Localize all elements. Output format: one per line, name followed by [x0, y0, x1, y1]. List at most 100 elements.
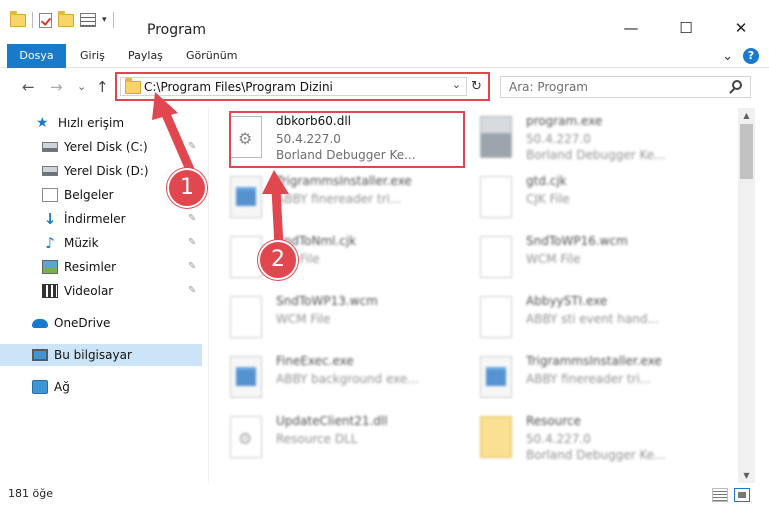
scroll-up-icon[interactable]: ▲	[738, 111, 755, 120]
maximize-button[interactable]: ☐	[671, 18, 701, 38]
sidebar-item-label: Yerel Disk (D:)	[64, 164, 149, 178]
file-item-sndtonml-cjk[interactable]: SndToNml.cjk CJK File	[210, 230, 450, 288]
refresh-icon[interactable]: ↻	[468, 77, 485, 96]
sidebar-item-downloads[interactable]: ↓ İndirmeler ✎	[0, 208, 205, 230]
sidebar-item-label: Belgeler	[64, 188, 114, 202]
vertical-scrollbar[interactable]: ▲ ▼	[738, 108, 755, 483]
pictures-icon	[42, 260, 58, 274]
address-dropdown-icon[interactable]: ⌄	[452, 78, 461, 91]
file-description: Borland Debugger Ke...	[526, 448, 666, 462]
sidebar-item-this-pc[interactable]: Bu bilgisayar	[0, 344, 202, 366]
file-item-trigrammsinstaller-exe-2[interactable]: TrigrammsInstaller.exe ABBY finereader t…	[460, 350, 700, 408]
documents-icon	[42, 188, 58, 202]
sidebar-item-local-disk-c[interactable]: Yerel Disk (C:) ✎	[0, 136, 205, 158]
address-field[interactable]: C:\Program Files\Program Dizini ⌄	[120, 77, 467, 96]
title-bar: ▾ Program — ☐ ✕	[0, 0, 769, 44]
exe-file-icon	[230, 176, 262, 218]
pin-icon[interactable]: ✎	[188, 213, 196, 224]
network-icon	[32, 380, 48, 394]
callout-1: 1	[167, 168, 207, 208]
pin-icon[interactable]: ✎	[188, 237, 196, 248]
sidebar-item-label: Resimler	[64, 260, 117, 274]
address-path[interactable]: C:\Program Files\Program Dizini	[144, 80, 333, 94]
pin-icon[interactable]: ✎	[188, 141, 196, 152]
file-description: ABBY background exe...	[276, 372, 419, 386]
scroll-thumb[interactable]	[740, 124, 753, 179]
toolbar-dropdown-icon[interactable]: ▾	[102, 15, 107, 25]
search-icon[interactable]	[732, 80, 742, 90]
expand-ribbon-icon[interactable]: ⌄	[722, 49, 733, 64]
file-description: Borland Debugger Ke...	[276, 148, 416, 162]
sidebar-item-videos[interactable]: Videolar ✎	[0, 280, 205, 302]
file-type: CJK File	[526, 192, 570, 206]
file-name: Resource	[526, 414, 582, 428]
onedrive-icon	[32, 318, 48, 328]
file-item-trigrammsinstaller-exe[interactable]: TrigrammsInstaller.exe ABBY finereader t…	[210, 170, 450, 228]
sidebar-item-network[interactable]: Ağ	[0, 376, 205, 398]
sidebar-item-label: Hızlı erişim	[58, 116, 125, 130]
file-description: ABBY finereader tri...	[526, 372, 652, 386]
file-name: TrigrammsInstaller.exe	[526, 354, 662, 368]
close-button[interactable]: ✕	[726, 18, 756, 38]
sidebar-item-pictures[interactable]: Resimler ✎	[0, 256, 205, 278]
properties-check-icon[interactable]	[39, 12, 52, 28]
resource-file-icon	[480, 416, 512, 458]
sidebar-item-music[interactable]: ♪ Müzik ✎	[0, 232, 205, 254]
tab-gorunum[interactable]: Görünüm	[186, 44, 237, 68]
toolbar-separator	[32, 12, 33, 28]
file-item-dbkorb60-dll[interactable]: dbkorb60.dll 50.4.227.0 Borland Debugger…	[210, 110, 450, 168]
forward-arrow-icon[interactable]: →	[50, 78, 63, 96]
pane-divider[interactable]	[208, 108, 209, 483]
file-version: 50.4.227.0	[526, 132, 591, 146]
file-list: dbkorb60.dll 50.4.227.0 Borland Debugger…	[210, 108, 738, 480]
navigation-pane: ★ Hızlı erişim Yerel Disk (C:) ✎ Yerel D…	[0, 108, 208, 488]
file-item-gtd-cjk[interactable]: gtd.cjk CJK File	[460, 170, 700, 228]
exe-file-icon	[480, 356, 512, 398]
title-separator	[112, 12, 114, 28]
file-item-sndtowp13-wcm[interactable]: SndToWP13.wcm WCM File	[210, 290, 450, 348]
file-item-updateclient21-dll[interactable]: UpdateClient21.dll Resource DLL	[210, 410, 450, 468]
pin-icon[interactable]: ✎	[188, 285, 196, 296]
exe-file-icon	[230, 356, 262, 398]
file-item-abbyysti-exe[interactable]: AbbyySTI.exe ABBY sti event hand...	[460, 290, 700, 348]
details-view-icon[interactable]	[712, 488, 728, 502]
file-item-sndtowp16-wcm[interactable]: SndToWP16.wcm WCM File	[460, 230, 700, 288]
sidebar-item-label: Yerel Disk (C:)	[64, 140, 148, 154]
status-bar: 181 öğe	[0, 485, 769, 514]
file-name: program.exe	[526, 114, 603, 128]
new-folder-icon[interactable]	[58, 10, 74, 27]
file-type: WCM File	[526, 252, 581, 266]
file-name: SndToWP13.wcm	[276, 294, 378, 308]
minimize-button[interactable]: —	[616, 18, 646, 38]
file-type: Resource DLL	[276, 432, 358, 446]
file-item-fineexec-exe[interactable]: FineExec.exe ABBY background exe...	[210, 350, 450, 408]
file-name: AbbyySTI.exe	[526, 294, 608, 308]
search-input[interactable]	[509, 79, 709, 95]
up-arrow-icon[interactable]: ↑	[96, 78, 109, 96]
sidebar-item-quick-access[interactable]: ★ Hızlı erişim	[0, 112, 205, 134]
recent-locations-icon[interactable]: ⌄	[77, 80, 86, 93]
tab-dosya[interactable]: Dosya	[7, 44, 66, 68]
large-icons-view-icon[interactable]	[734, 488, 750, 502]
dll-file-icon	[230, 416, 262, 458]
tab-paylas[interactable]: Paylaş	[128, 44, 163, 68]
file-name: dbkorb60.dll	[276, 114, 352, 128]
document-file-icon	[480, 296, 512, 338]
file-item-program-exe[interactable]: program.exe 50.4.227.0 Borland Debugger …	[460, 110, 700, 168]
back-arrow-icon[interactable]: ←	[22, 78, 35, 96]
address-bar[interactable]: C:\Program Files\Program Dizini ⌄ ↻	[115, 72, 490, 101]
search-box[interactable]	[500, 76, 751, 98]
sidebar-item-onedrive[interactable]: OneDrive	[0, 312, 205, 334]
tab-giris[interactable]: Giriş	[80, 44, 105, 68]
star-icon: ★	[36, 115, 49, 131]
file-item-resource[interactable]: Resource 50.4.227.0 Borland Debugger Ke.…	[460, 410, 700, 468]
folder-icon[interactable]	[10, 10, 26, 27]
help-icon[interactable]: ?	[743, 48, 759, 64]
file-type: WCM File	[276, 312, 331, 326]
document-file-icon	[480, 236, 512, 278]
ribbon-tabs: Dosya Giriş Paylaş Görünüm ⌄ ?	[0, 44, 769, 68]
ribbon-controls: ⌄ ?	[722, 48, 759, 64]
pin-icon[interactable]: ✎	[188, 261, 196, 272]
scroll-down-icon[interactable]: ▼	[738, 471, 755, 480]
customize-toolbar-icon[interactable]	[80, 13, 96, 27]
